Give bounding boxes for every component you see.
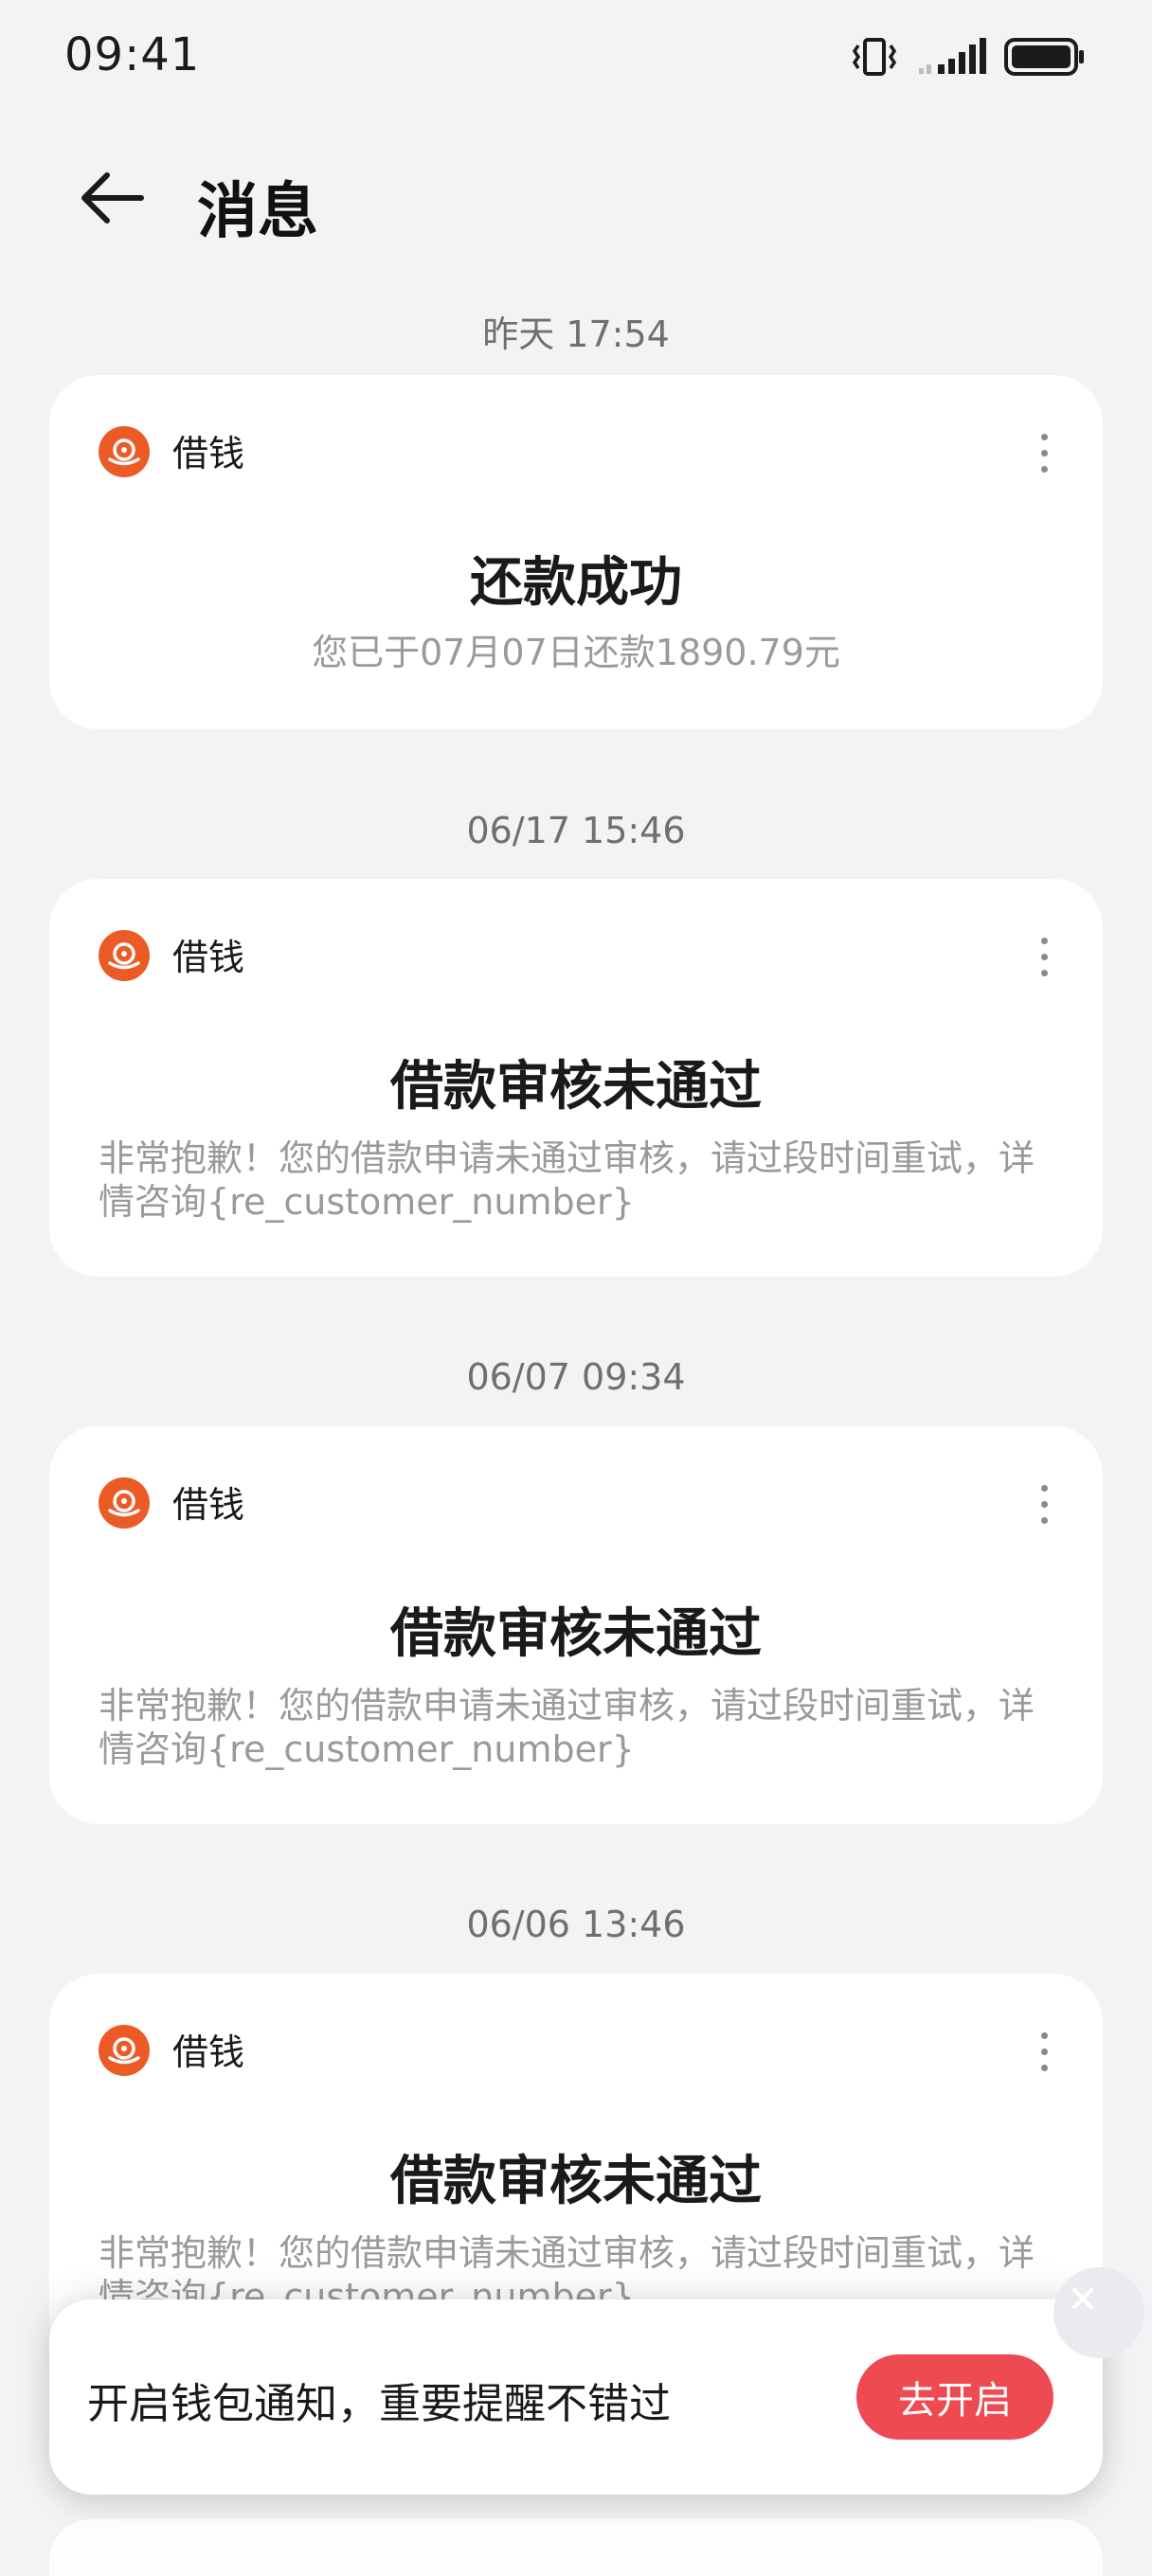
page-title: 消息	[197, 177, 318, 247]
wallet-app-icon	[99, 1477, 150, 1529]
more-vertical-icon[interactable]	[1025, 2023, 1063, 2080]
card-body: 您已于07月07日还款1890.79元	[312, 632, 840, 673]
status-time: 09:41	[64, 28, 201, 81]
message-card[interactable]: 借钱 还款成功 您已于07月07日还款1890.79元	[49, 375, 1103, 729]
card-title: 还款成功	[470, 552, 682, 614]
wallet-app-icon	[99, 930, 150, 981]
status-icons	[849, 32, 1086, 85]
notification-banner: 开启钱包通知，重要提醒不错过 去开启	[49, 2299, 1103, 2495]
message-time: 06/07 09:34	[466, 1356, 686, 1398]
vibrate-icon	[849, 36, 900, 81]
battery-icon	[1004, 36, 1086, 81]
card-title: 借款审核未通过	[390, 1603, 762, 1665]
enable-notification-button[interactable]: 去开启	[856, 2354, 1053, 2440]
message-card[interactable]: 借钱 借款审核未通过 非常抱歉！您的借款申请未通过审核，请过段时间重试，详情咨询…	[49, 879, 1103, 1277]
card-app-name: 借钱	[172, 2031, 245, 2073]
message-card[interactable]: 借钱 借款审核未通过 非常抱歉！您的借款申请未通过审核，请过段时间重试，详情咨询…	[49, 1426, 1103, 1824]
banner-close-button[interactable]	[1053, 2267, 1144, 2358]
card-title: 借款审核未通过	[390, 2151, 762, 2212]
card-app-name: 借钱	[172, 433, 245, 474]
more-vertical-icon[interactable]	[1025, 424, 1063, 481]
next-card-peek	[49, 2519, 1103, 2576]
arrow-left-icon	[77, 170, 145, 230]
more-vertical-icon[interactable]	[1025, 1476, 1063, 1532]
back-button[interactable]	[70, 159, 152, 241]
banner-text: 开启钱包通知，重要提醒不错过	[87, 2380, 671, 2428]
card-app-name: 借钱	[172, 937, 245, 978]
message-time: 06/06 13:46	[466, 1904, 686, 1945]
wallet-app-icon	[99, 2025, 150, 2076]
message-time: 昨天 17:54	[482, 313, 670, 355]
card-body: 非常抱歉！您的借款申请未通过审核，请过段时间重试，详情咨询{re_custome…	[99, 1685, 1035, 1770]
more-vertical-icon[interactable]	[1025, 928, 1063, 985]
close-icon	[1067, 2282, 1099, 2318]
card-app-name: 借钱	[172, 1484, 245, 1526]
signal-icon	[917, 36, 987, 81]
card-body: 非常抱歉！您的借款申请未通过审核，请过段时间重试，详情咨询{re_custome…	[99, 1137, 1035, 1223]
status-bar: 09:41	[0, 0, 1152, 114]
card-title: 借款审核未通过	[390, 1056, 762, 1118]
message-time: 06/17 15:46	[466, 810, 686, 851]
wallet-app-icon	[99, 426, 150, 477]
